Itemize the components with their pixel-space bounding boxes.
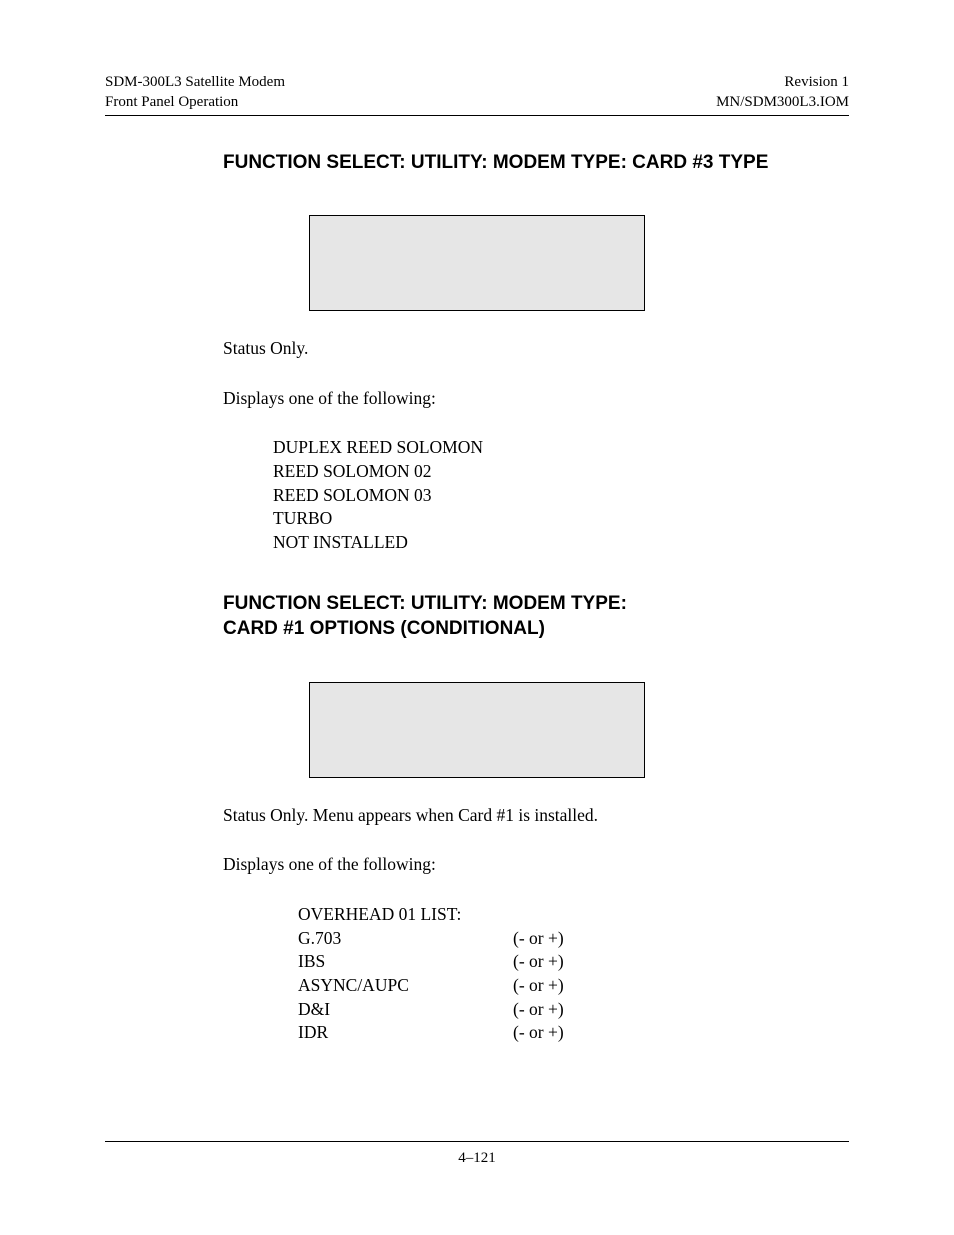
section1-item: TURBO: [273, 507, 849, 531]
option-row: D&I (- or +): [298, 998, 849, 1022]
header-left-line2: Front Panel Operation: [105, 92, 285, 112]
section1-heading: FUNCTION SELECT: UTILITY: MODEM TYPE: CA…: [223, 150, 849, 176]
option-name: IDR: [298, 1021, 513, 1045]
option-suffix: (- or +): [513, 927, 564, 951]
option-row: IBS (- or +): [298, 950, 849, 974]
section1-list: DUPLEX REED SOLOMON REED SOLOMON 02 REED…: [273, 436, 849, 554]
options-list-header-text: OVERHEAD 01 LIST:: [298, 903, 513, 927]
option-suffix: (- or +): [513, 974, 564, 998]
section2-heading-line2: CARD #1 OPTIONS (CONDITIONAL): [223, 616, 849, 642]
footer-rule: [105, 1141, 849, 1142]
display-box-2: [309, 682, 645, 778]
options-list-header: OVERHEAD 01 LIST:: [298, 903, 849, 927]
header-rule: [105, 115, 849, 116]
page-header: SDM-300L3 Satellite Modem Front Panel Op…: [105, 72, 849, 113]
header-right-line1: Revision 1: [716, 72, 849, 92]
section1-item: DUPLEX REED SOLOMON: [273, 436, 849, 460]
section1-displays: Displays one of the following:: [223, 387, 849, 411]
display-box-1: [309, 215, 645, 311]
header-left: SDM-300L3 Satellite Modem Front Panel Op…: [105, 72, 285, 113]
option-name: ASYNC/AUPC: [298, 974, 513, 998]
option-name: D&I: [298, 998, 513, 1022]
header-right-line2: MN/SDM300L3.IOM: [716, 92, 849, 112]
section2-displays: Displays one of the following:: [223, 853, 849, 877]
option-name: G.703: [298, 927, 513, 951]
option-row: IDR (- or +): [298, 1021, 849, 1045]
option-suffix: (- or +): [513, 1021, 564, 1045]
option-suffix: (- or +): [513, 950, 564, 974]
section2-heading: FUNCTION SELECT: UTILITY: MODEM TYPE: CA…: [223, 591, 849, 642]
section2-status: Status Only. Menu appears when Card #1 i…: [223, 804, 849, 828]
section2-heading-line1: FUNCTION SELECT: UTILITY: MODEM TYPE:: [223, 591, 849, 617]
header-right: Revision 1 MN/SDM300L3.IOM: [716, 72, 849, 113]
option-row: G.703 (- or +): [298, 927, 849, 951]
section1-status: Status Only.: [223, 337, 849, 361]
section1-item: NOT INSTALLED: [273, 531, 849, 555]
option-name: IBS: [298, 950, 513, 974]
page-container: SDM-300L3 Satellite Modem Front Panel Op…: [0, 0, 954, 1045]
page-number: 4–121: [105, 1150, 849, 1167]
option-row: ASYNC/AUPC (- or +): [298, 974, 849, 998]
section2-options-table: OVERHEAD 01 LIST: G.703 (- or +) IBS (- …: [298, 903, 849, 1045]
header-left-line1: SDM-300L3 Satellite Modem: [105, 72, 285, 92]
page-footer: 4–121: [105, 1141, 849, 1167]
section1-item: REED SOLOMON 02: [273, 460, 849, 484]
section1-item: REED SOLOMON 03: [273, 484, 849, 508]
option-suffix: (- or +): [513, 998, 564, 1022]
